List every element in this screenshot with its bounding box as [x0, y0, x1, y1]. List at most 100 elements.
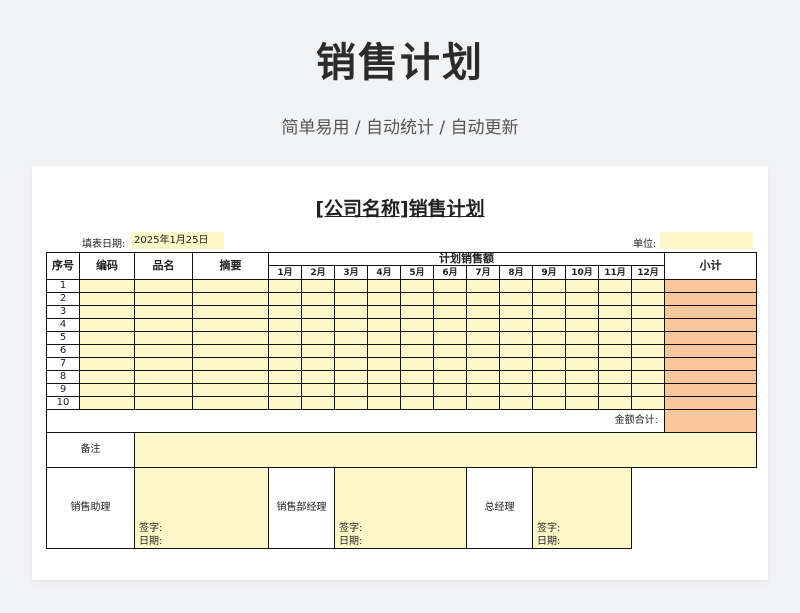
- month-amount-cell[interactable]: [334, 383, 368, 397]
- month-amount-cell[interactable]: [301, 383, 335, 397]
- summary-cell[interactable]: [192, 344, 269, 358]
- month-amount-cell[interactable]: [334, 318, 368, 332]
- month-amount-cell[interactable]: [631, 344, 665, 358]
- month-amount-cell[interactable]: [466, 318, 500, 332]
- month-amount-cell[interactable]: [532, 292, 566, 306]
- signature-field[interactable]: 签字: 日期:: [334, 467, 467, 549]
- month-amount-cell[interactable]: [268, 357, 302, 371]
- month-amount-cell[interactable]: [532, 344, 566, 358]
- month-amount-cell[interactable]: [400, 305, 434, 319]
- month-amount-cell[interactable]: [400, 331, 434, 345]
- month-amount-cell[interactable]: [367, 370, 401, 384]
- month-amount-cell[interactable]: [631, 318, 665, 332]
- month-amount-cell[interactable]: [433, 292, 467, 306]
- fill-date-field[interactable]: 2025年1月25日: [131, 232, 224, 249]
- code-cell[interactable]: [79, 357, 135, 371]
- month-amount-cell[interactable]: [400, 370, 434, 384]
- month-amount-cell[interactable]: [499, 357, 533, 371]
- product-cell[interactable]: [134, 318, 193, 332]
- month-amount-cell[interactable]: [466, 383, 500, 397]
- month-amount-cell[interactable]: [334, 344, 368, 358]
- month-amount-cell[interactable]: [466, 292, 500, 306]
- month-amount-cell[interactable]: [301, 370, 335, 384]
- month-amount-cell[interactable]: [499, 344, 533, 358]
- month-amount-cell[interactable]: [532, 370, 566, 384]
- month-amount-cell[interactable]: [334, 396, 368, 410]
- month-amount-cell[interactable]: [565, 318, 599, 332]
- summary-cell[interactable]: [192, 331, 269, 345]
- month-amount-cell[interactable]: [367, 357, 401, 371]
- code-cell[interactable]: [79, 344, 135, 358]
- month-amount-cell[interactable]: [433, 357, 467, 371]
- month-amount-cell[interactable]: [268, 305, 302, 319]
- signature-field[interactable]: 签字: 日期:: [134, 467, 269, 549]
- product-cell[interactable]: [134, 305, 193, 319]
- code-cell[interactable]: [79, 305, 135, 319]
- month-amount-cell[interactable]: [433, 331, 467, 345]
- month-amount-cell[interactable]: [631, 279, 665, 293]
- month-amount-cell[interactable]: [532, 318, 566, 332]
- month-amount-cell[interactable]: [499, 370, 533, 384]
- month-amount-cell[interactable]: [301, 331, 335, 345]
- month-amount-cell[interactable]: [367, 344, 401, 358]
- month-amount-cell[interactable]: [367, 396, 401, 410]
- month-amount-cell[interactable]: [400, 383, 434, 397]
- month-amount-cell[interactable]: [433, 370, 467, 384]
- month-amount-cell[interactable]: [466, 331, 500, 345]
- month-amount-cell[interactable]: [631, 383, 665, 397]
- code-cell[interactable]: [79, 383, 135, 397]
- month-amount-cell[interactable]: [598, 370, 632, 384]
- month-amount-cell[interactable]: [367, 383, 401, 397]
- month-amount-cell[interactable]: [598, 331, 632, 345]
- code-cell[interactable]: [79, 396, 135, 410]
- month-amount-cell[interactable]: [433, 396, 467, 410]
- month-amount-cell[interactable]: [631, 357, 665, 371]
- month-amount-cell[interactable]: [367, 318, 401, 332]
- unit-field[interactable]: [660, 232, 753, 249]
- month-amount-cell[interactable]: [532, 331, 566, 345]
- month-amount-cell[interactable]: [367, 279, 401, 293]
- month-amount-cell[interactable]: [268, 279, 302, 293]
- product-cell[interactable]: [134, 357, 193, 371]
- month-amount-cell[interactable]: [268, 344, 302, 358]
- month-amount-cell[interactable]: [631, 292, 665, 306]
- month-amount-cell[interactable]: [334, 370, 368, 384]
- product-cell[interactable]: [134, 331, 193, 345]
- month-amount-cell[interactable]: [301, 396, 335, 410]
- month-amount-cell[interactable]: [598, 344, 632, 358]
- note-field[interactable]: [134, 432, 757, 468]
- month-amount-cell[interactable]: [499, 331, 533, 345]
- product-cell[interactable]: [134, 344, 193, 358]
- month-amount-cell[interactable]: [565, 357, 599, 371]
- summary-cell[interactable]: [192, 279, 269, 293]
- month-amount-cell[interactable]: [367, 292, 401, 306]
- month-amount-cell[interactable]: [598, 357, 632, 371]
- month-amount-cell[interactable]: [301, 344, 335, 358]
- summary-cell[interactable]: [192, 383, 269, 397]
- month-amount-cell[interactable]: [466, 357, 500, 371]
- month-amount-cell[interactable]: [631, 305, 665, 319]
- summary-cell[interactable]: [192, 357, 269, 371]
- month-amount-cell[interactable]: [499, 396, 533, 410]
- month-amount-cell[interactable]: [268, 383, 302, 397]
- month-amount-cell[interactable]: [400, 357, 434, 371]
- month-amount-cell[interactable]: [499, 383, 533, 397]
- month-amount-cell[interactable]: [631, 396, 665, 410]
- month-amount-cell[interactable]: [433, 344, 467, 358]
- month-amount-cell[interactable]: [334, 357, 368, 371]
- month-amount-cell[interactable]: [268, 370, 302, 384]
- month-amount-cell[interactable]: [367, 331, 401, 345]
- month-amount-cell[interactable]: [598, 383, 632, 397]
- month-amount-cell[interactable]: [598, 305, 632, 319]
- month-amount-cell[interactable]: [301, 305, 335, 319]
- month-amount-cell[interactable]: [565, 396, 599, 410]
- month-amount-cell[interactable]: [268, 331, 302, 345]
- code-cell[interactable]: [79, 292, 135, 306]
- month-amount-cell[interactable]: [268, 396, 302, 410]
- month-amount-cell[interactable]: [433, 305, 467, 319]
- month-amount-cell[interactable]: [565, 383, 599, 397]
- month-amount-cell[interactable]: [532, 357, 566, 371]
- month-amount-cell[interactable]: [400, 396, 434, 410]
- month-amount-cell[interactable]: [466, 370, 500, 384]
- signature-field[interactable]: 签字: 日期:: [532, 467, 632, 549]
